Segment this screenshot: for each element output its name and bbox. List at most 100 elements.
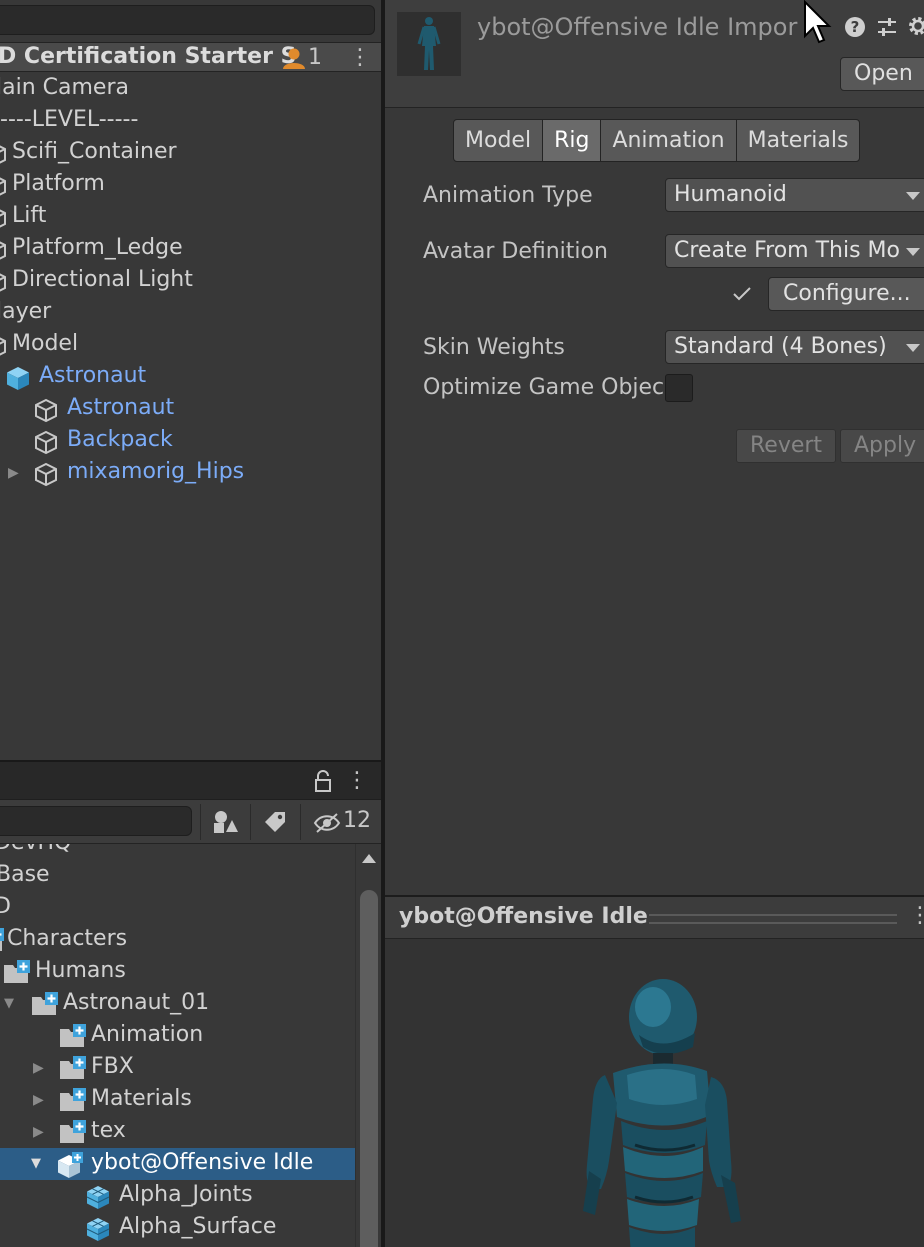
project-item-label: Alpha_Surface (119, 1214, 277, 1239)
preview-drag-handle[interactable] (649, 914, 897, 924)
hierarchy-item-level-separator[interactable]: ----LEVEL----- (0, 105, 381, 137)
project-item-base[interactable]: Base (0, 860, 355, 892)
asset-thumbnail (397, 12, 461, 76)
gameobject-icon (0, 209, 6, 228)
animation-type-dropdown[interactable]: Humanoid (665, 178, 924, 212)
avatar-definition-dropdown[interactable]: Create From This Model (665, 234, 924, 268)
preview-title: ybot@Offensive Idle (399, 904, 648, 929)
expand-arrow-icon[interactable]: ▶ (33, 1090, 51, 1110)
gear-icon[interactable] (906, 14, 924, 38)
expand-arrow-icon[interactable]: ▶ (33, 1122, 51, 1142)
project-panel: ⋮ 12 DevHQ (0, 762, 381, 1247)
hierarchy-item-platform[interactable]: Platform (0, 169, 381, 201)
expand-arrow-icon[interactable]: ▶ (8, 463, 26, 483)
project-item-humans[interactable]: Humans (0, 956, 355, 988)
collapse-arrow-icon[interactable]: ▼ (31, 1154, 49, 1174)
hierarchy-item-model[interactable]: Model (0, 329, 381, 361)
hierarchy-panel: D Certification Starter S 1 ⋮ lain Camer… (0, 0, 381, 760)
project-scrollbar[interactable] (355, 844, 381, 1247)
hierarchy-item-mixamorig-hips[interactable]: ▶ mixamorig_Hips (0, 457, 381, 489)
hierarchy-item-player[interactable]: layer (0, 297, 381, 329)
scene-menu-icon[interactable]: ⋮ (349, 45, 371, 70)
scroll-up-arrow-icon[interactable] (360, 850, 378, 866)
open-button[interactable]: Open (840, 57, 924, 91)
apply-button[interactable]: Apply (840, 429, 924, 463)
project-tree: DevHQ Base D Characters Humans ▼ (0, 844, 355, 1247)
project-item-label: FBX (91, 1054, 134, 1079)
project-item-characters[interactable]: Characters (0, 924, 355, 956)
project-item-label: Astronaut_01 (63, 990, 210, 1015)
user-icon[interactable] (282, 47, 306, 69)
search-by-label-button[interactable] (250, 804, 298, 840)
project-item-label: ybot@Offensive Idle (91, 1150, 314, 1175)
optimize-game-objects-label: Optimize Game Objec (423, 375, 663, 400)
project-item-label: D (0, 894, 11, 919)
hierarchy-item-lift[interactable]: Lift (0, 201, 381, 233)
mouse-cursor-icon (804, 0, 832, 44)
project-item-alpha-joints[interactable]: Alpha_Joints (0, 1180, 355, 1212)
project-item-label: Characters (7, 926, 128, 951)
project-item-ybot-offensive-idle[interactable]: ▼ ybot@Offensive Idle (0, 1148, 355, 1180)
folder-plus-icon (60, 1120, 86, 1143)
tab-model[interactable]: Model (453, 119, 544, 162)
mesh-icon (86, 1186, 110, 1209)
project-item-animation[interactable]: Animation (0, 1020, 355, 1052)
optimize-game-objects-checkbox[interactable] (665, 374, 693, 402)
skin-weights-dropdown[interactable]: Standard (4 Bones) (665, 330, 924, 364)
project-toolbar: 12 (0, 800, 381, 844)
project-item-fbx[interactable]: ▶ FBX (0, 1052, 355, 1084)
lock-icon[interactable] (313, 770, 333, 792)
presets-sliders-icon[interactable] (876, 16, 898, 38)
hierarchy-item-astronaut-mesh[interactable]: Astronaut (0, 393, 381, 425)
gameobject-icon (35, 430, 57, 455)
expand-arrow-icon[interactable]: ▶ (33, 1058, 51, 1078)
project-item-devhq[interactable]: DevHQ (0, 844, 355, 860)
project-item-astronaut-01[interactable]: ▼ Astronaut_01 (0, 988, 355, 1020)
gameobject-icon (0, 273, 6, 292)
project-item-label: Animation (91, 1022, 204, 1047)
import-settings-tabs: Model Rig Animation Materials (453, 119, 861, 162)
gameobject-icon (0, 241, 6, 260)
hierarchy-item-astronaut-prefab[interactable]: Astronaut (0, 361, 381, 393)
dropdown-arrow-icon (906, 248, 920, 256)
hierarchy-item-directional-light[interactable]: Directional Light (0, 265, 381, 297)
hierarchy-item-main-camera[interactable]: lain Camera (0, 73, 381, 105)
project-item-tex[interactable]: ▶ tex (0, 1116, 355, 1148)
project-item-label: Base (0, 862, 50, 887)
revert-button[interactable]: Revert (736, 429, 837, 463)
project-item-materials[interactable]: ▶ Materials (0, 1084, 355, 1116)
project-item-alpha-surface[interactable]: Alpha_Surface (0, 1212, 355, 1244)
preview-header[interactable]: ybot@Offensive Idle ⋮ (385, 897, 924, 939)
hierarchy-item-backpack[interactable]: Backpack (0, 425, 381, 457)
help-icon[interactable]: ? (844, 16, 866, 38)
hierarchy-item-scifi-container[interactable]: Scifi_Container (0, 137, 381, 169)
animation-type-value: Humanoid (674, 182, 787, 207)
hierarchy-item-label: Backpack (67, 427, 173, 452)
hierarchy-item-label: mixamorig_Hips (67, 459, 245, 484)
tab-materials[interactable]: Materials (735, 119, 861, 162)
checkmark-icon (733, 287, 751, 301)
tab-rig[interactable]: Rig (542, 119, 602, 162)
gameobject-icon (0, 177, 6, 196)
gameobject-icon (0, 337, 6, 356)
model-prefab-icon (58, 1152, 83, 1178)
folder-plus-icon (0, 928, 4, 951)
hierarchy-item-label: Platform_Ledge (12, 235, 183, 260)
hierarchy-search-input[interactable] (0, 5, 375, 35)
configure-button[interactable]: Configure... (768, 277, 924, 311)
tab-animation[interactable]: Animation (600, 119, 737, 162)
scene-header[interactable]: D Certification Starter S 1 ⋮ (0, 42, 381, 72)
hierarchy-item-label: ----LEVEL----- (0, 107, 139, 132)
preview-menu-icon[interactable]: ⋮ (909, 903, 924, 928)
svg-text:?: ? (851, 18, 860, 36)
project-item-d[interactable]: D (0, 892, 355, 924)
hidden-packages-toggle[interactable]: 12 (300, 804, 381, 840)
project-search-input[interactable] (0, 806, 192, 836)
collapse-arrow-icon[interactable]: ▼ (4, 994, 22, 1014)
folder-plus-icon (4, 960, 30, 983)
scrollbar-thumb[interactable] (360, 890, 378, 1247)
hierarchy-item-platform-ledge[interactable]: Platform_Ledge (0, 233, 381, 265)
search-by-type-button[interactable] (200, 804, 248, 840)
model-preview-render[interactable] (535, 975, 785, 1247)
project-menu-icon[interactable]: ⋮ (346, 768, 368, 793)
